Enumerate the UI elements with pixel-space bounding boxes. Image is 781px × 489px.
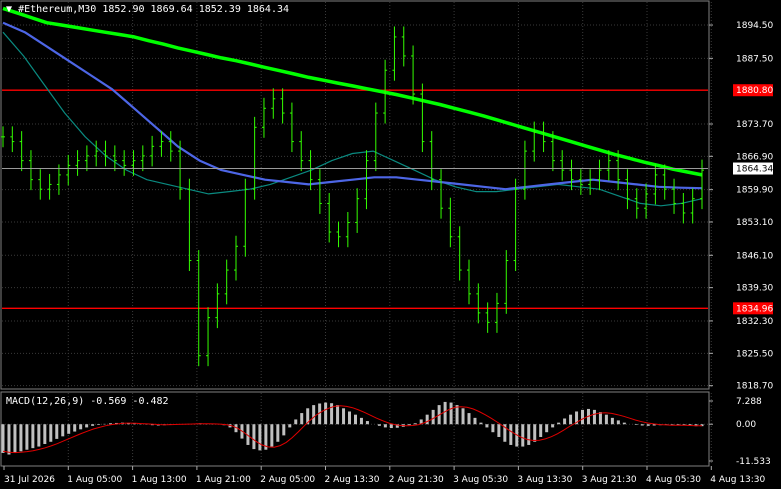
price-label: 1846.10	[736, 251, 773, 261]
price-label: 1839.30	[736, 284, 773, 294]
time-label: 3 Aug 13:30	[517, 475, 572, 485]
time-label: 1 Aug 05:00	[67, 475, 122, 485]
macd-scale-label: 0.00	[736, 420, 756, 430]
level-price-label: 1834.96	[736, 304, 773, 314]
time-label: 2 Aug 13:30	[325, 475, 380, 485]
collapse-triangle-icon[interactable]: ▼	[6, 4, 12, 15]
price-label: 1866.90	[736, 152, 773, 162]
price-label: 1887.50	[736, 54, 773, 64]
time-label: 2 Aug 05:00	[260, 475, 315, 485]
macd-label: MACD(12,26,9) -0.569 -0.482	[6, 396, 169, 407]
symbol-label: #Ethereum,M30	[18, 4, 97, 15]
time-label: 2 Aug 21:30	[389, 475, 444, 485]
ohlc-values: 1852.90 1869.64 1852.39 1864.34	[102, 4, 290, 15]
trading-chart[interactable]: 1880.80 1834.96 31 Jul 2026 1 Aug 05:00 1 A…	[0, 0, 781, 489]
time-label: 4 Aug 05:30	[646, 475, 701, 485]
macd-scale-label: -11.533	[736, 457, 771, 467]
current-price-label: 1864.34	[736, 165, 773, 175]
level-price-label: 1880.80	[736, 86, 773, 96]
price-panel[interactable]	[0, 0, 710, 390]
price-label: 1894.50	[736, 21, 773, 31]
time-label: 1 Aug 21:00	[196, 475, 251, 485]
price-label: 1832.30	[736, 317, 773, 327]
time-label: 3 Aug 05:30	[453, 475, 508, 485]
time-label: 3 Aug 21:30	[582, 475, 637, 485]
time-label: 31 Jul 2026	[4, 475, 55, 485]
time-label: 1 Aug 13:00	[132, 475, 187, 485]
price-label: 1859.90	[736, 186, 773, 196]
macd-header: MACD(12,26,9) -0.569 -0.482	[6, 396, 169, 407]
symbol-header: ▼ #Ethereum,M30 1852.90 1869.64 1852.39 …	[6, 4, 289, 15]
price-label: 1873.70	[736, 120, 773, 130]
time-label: 4 Aug 13:30	[710, 475, 765, 485]
price-label: 1818.70	[736, 382, 773, 392]
price-label: 1853.10	[736, 218, 773, 228]
macd-scale-label: 7.288	[736, 397, 762, 407]
price-label: 1825.50	[736, 349, 773, 359]
